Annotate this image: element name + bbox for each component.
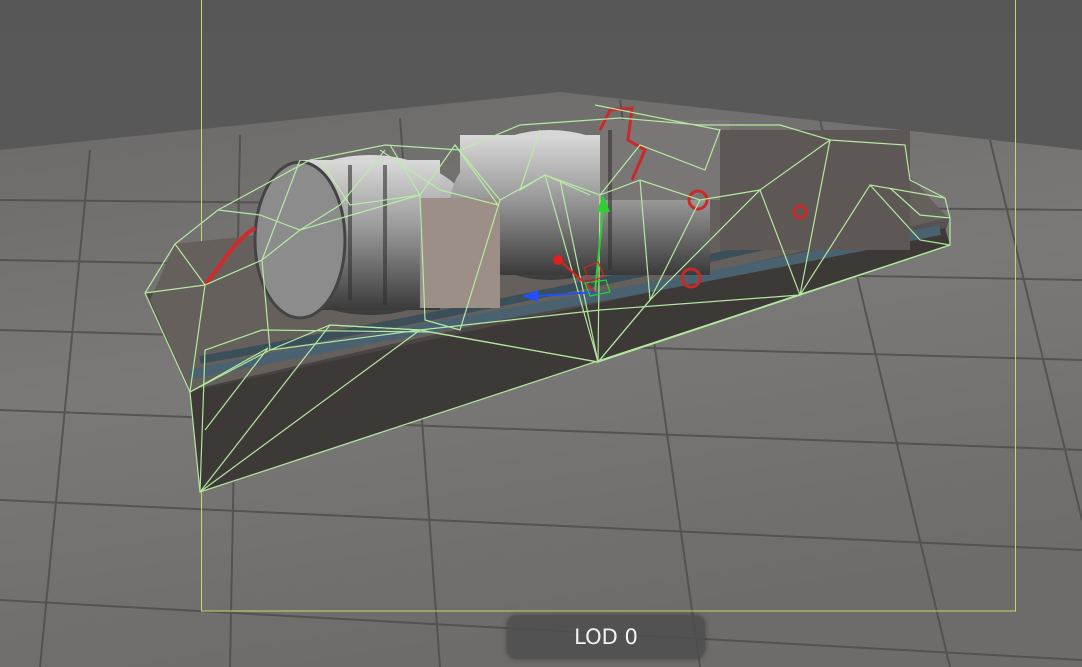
lod-level-label: LOD 0 (507, 615, 705, 659)
3d-viewport[interactable]: LOD 0 (0, 0, 1082, 667)
viewport-canvas[interactable] (0, 0, 1082, 667)
